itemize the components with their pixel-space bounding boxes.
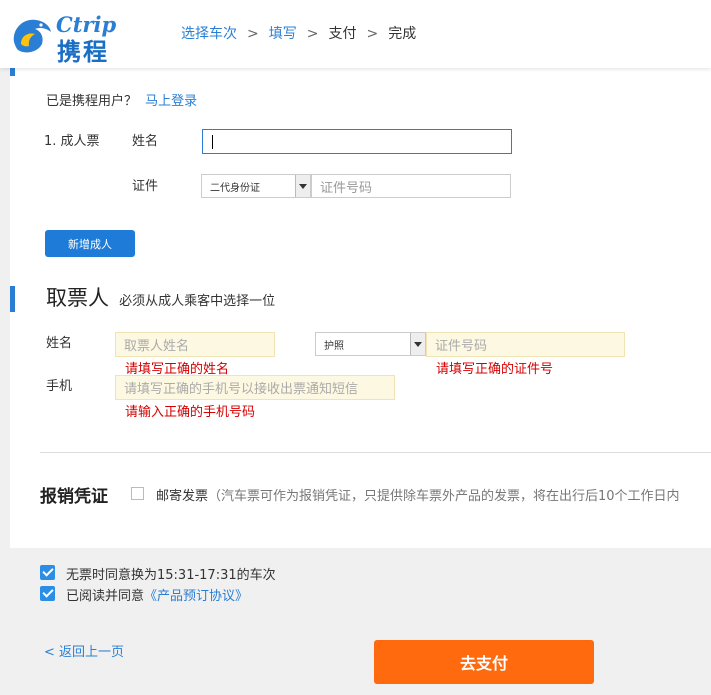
passenger-id-label: 证件 [132, 179, 159, 194]
passenger-id-number-input[interactable]: 证件号码 [311, 174, 511, 198]
step-complete: 完成 [388, 26, 417, 42]
step-separator: > [247, 26, 259, 42]
login-prompt-text: 已是携程用户？ [46, 94, 138, 109]
passenger-row-label: 1. 成人票 [44, 134, 100, 149]
progress-steps: 选择车次 > 填写 > 支付 > 完成 [181, 23, 416, 43]
passenger-id-type-value: 二代身份证 [210, 182, 260, 194]
invoice-option: 邮寄发票（汽车票可作为报销凭证，只提供除车票外产品的发票，将在出行后10个工作日… [156, 485, 680, 504]
text-caret [212, 134, 213, 149]
step-pay: 支付 [328, 26, 357, 42]
add-adult-button[interactable]: 新增成人 [45, 230, 135, 257]
collector-name-placeholder: 取票人姓名 [124, 339, 190, 354]
step-separator: > [306, 26, 319, 42]
section-divider [40, 452, 711, 453]
passenger-name-input[interactable] [202, 129, 512, 154]
mail-invoice-label[interactable]: 邮寄发票 [156, 489, 208, 504]
ticket-collector-subtitle: 必须从成人乘客中选择一位 [119, 294, 276, 309]
swap-train-checkbox[interactable] [40, 565, 55, 580]
booking-agreement-link[interactable]: 《产品预订协议》 [144, 589, 248, 604]
passenger-id-type-select[interactable]: 二代身份证 [201, 174, 311, 198]
passenger-name-label: 姓名 [132, 134, 159, 149]
ctrip-logo[interactable]: Ctrip 携程 [8, 8, 136, 66]
login-link[interactable]: 马上登录 [145, 94, 197, 109]
invoice-title: 报销凭证 [40, 487, 108, 507]
login-prompt: 已是携程用户？ 马上登录 [46, 90, 197, 109]
dropdown-arrow-icon [410, 333, 425, 355]
back-link[interactable]: < 返回上一页 [44, 641, 124, 660]
collector-phone-placeholder: 请填写正确的手机号以接收出票通知短信 [124, 382, 359, 397]
collector-phone-error: 请输入正确的手机号码 [125, 405, 256, 420]
collector-id-type-value: 护照 [324, 340, 344, 352]
section-marker [10, 68, 15, 76]
mail-invoice-checkbox[interactable] [131, 487, 144, 500]
dolphin-icon [13, 19, 51, 53]
ticket-collector-title: 取票人 [46, 286, 109, 310]
invoice-note: （汽车票可作为报销凭证，只提供除车票外产品的发票，将在出行后10个工作日内 [208, 489, 680, 504]
collector-phone-label: 手机 [46, 379, 73, 394]
collector-name-input[interactable]: 取票人姓名 [115, 332, 275, 357]
pay-button[interactable]: 去支付 [374, 640, 594, 684]
collector-name-label: 姓名 [46, 336, 73, 351]
collector-id-placeholder: 证件号码 [435, 339, 488, 354]
logo-cn-text: 携程 [57, 38, 109, 66]
order-form-panel: 已是携程用户？ 马上登录 1. 成人票 姓名 证件 二代身份证 证件号码 新增成… [10, 68, 711, 548]
passenger-id-placeholder: 证件号码 [320, 180, 373, 196]
ticket-collector-heading: 取票人 必须从成人乘客中选择一位 [46, 282, 275, 312]
step-separator: > [366, 26, 379, 42]
agree-terms-row: 已阅读并同意《产品预订协议》 [66, 585, 248, 604]
dropdown-arrow-icon [295, 175, 310, 197]
section-marker [10, 286, 15, 312]
collector-id-type-select[interactable]: 护照 [315, 332, 426, 356]
agree-terms-checkbox[interactable] [40, 586, 55, 601]
collector-id-error: 请填写正确的证件号 [436, 362, 554, 377]
agree-terms-prefix: 已阅读并同意 [66, 589, 145, 604]
step-select-train[interactable]: 选择车次 [181, 23, 237, 43]
top-header: Ctrip 携程 选择车次 > 填写 > 支付 > 完成 [0, 0, 711, 68]
step-fill[interactable]: 填写 [269, 23, 297, 43]
collector-id-number-input[interactable]: 证件号码 [426, 332, 625, 357]
collector-phone-input[interactable]: 请填写正确的手机号以接收出票通知短信 [115, 375, 395, 400]
swap-train-label: 无票时同意换为15:31-17:31的车次 [66, 568, 276, 583]
